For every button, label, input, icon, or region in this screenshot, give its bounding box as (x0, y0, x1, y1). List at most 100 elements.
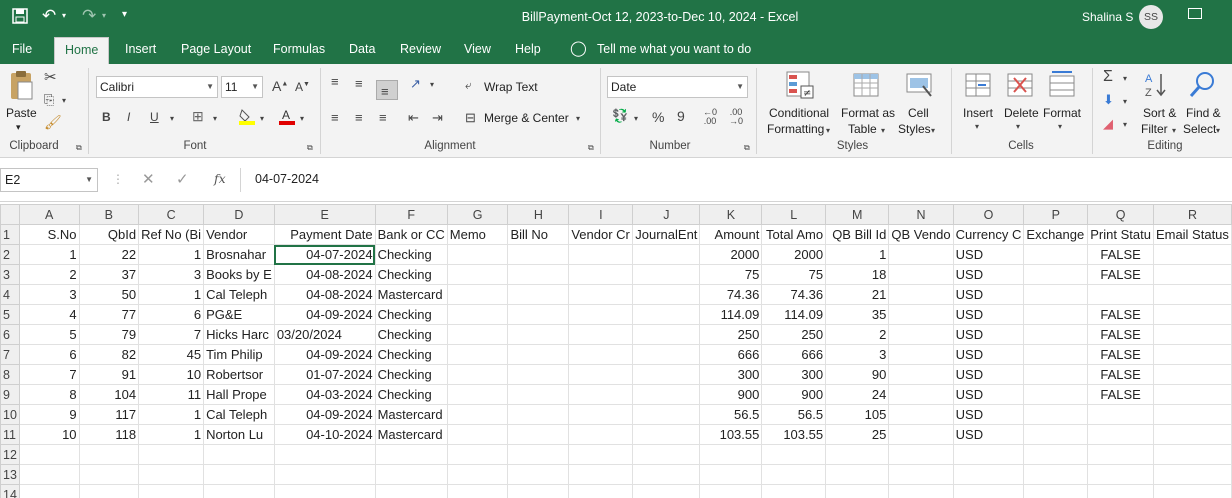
cell[interactable] (1152, 424, 1232, 445)
column-header[interactable]: B (78, 204, 140, 225)
cell[interactable]: Checking (374, 364, 448, 385)
cell[interactable]: 6 (138, 304, 205, 325)
row-header[interactable]: 7 (0, 344, 20, 365)
cell[interactable]: 900 (699, 384, 763, 405)
fill-dropdown-icon[interactable]: ▾ (1123, 97, 1127, 106)
cell[interactable] (632, 444, 701, 465)
cell[interactable]: 04-08-2024 (273, 264, 376, 285)
cell-styles-label-1[interactable]: Cell (908, 106, 929, 120)
cell[interactable]: Books by E (203, 264, 275, 285)
cell[interactable] (952, 464, 1025, 485)
cell[interactable]: Amount (699, 224, 763, 245)
cell[interactable] (78, 464, 140, 485)
cell[interactable]: 04-09-2024 (273, 344, 376, 365)
cell[interactable] (507, 264, 570, 285)
cell[interactable]: PG&E (203, 304, 275, 325)
cell[interactable] (888, 384, 954, 405)
cell[interactable] (203, 444, 275, 465)
cell[interactable] (888, 324, 954, 345)
cell[interactable] (888, 244, 954, 265)
paste-icon[interactable] (8, 70, 34, 102)
cell[interactable] (1023, 484, 1089, 498)
cell[interactable] (568, 324, 634, 345)
middle-align-icon[interactable]: ≡ (355, 76, 363, 91)
conditional-formatting-label-2[interactable]: Formatting (767, 122, 824, 136)
cell[interactable]: 666 (699, 344, 763, 365)
cell[interactable]: USD (952, 404, 1025, 425)
row-header[interactable]: 9 (0, 384, 20, 405)
cell[interactable] (138, 444, 205, 465)
cell[interactable] (568, 344, 634, 365)
format-as-table-dropdown-icon[interactable]: ▾ (881, 126, 885, 135)
column-header[interactable]: K (699, 204, 763, 225)
cell[interactable]: Tim Philip (203, 344, 275, 365)
copy-icon[interactable]: ⎘ (44, 92, 54, 108)
cell[interactable] (446, 464, 509, 485)
cell[interactable] (446, 284, 509, 305)
column-header[interactable]: P (1023, 204, 1089, 225)
paste-button[interactable]: Paste (6, 106, 37, 120)
column-header[interactable]: E (273, 204, 376, 225)
cell[interactable]: 04-03-2024 (273, 384, 376, 405)
cell[interactable]: 114.09 (699, 304, 763, 325)
cell[interactable]: Checking (374, 384, 448, 405)
cell[interactable] (374, 484, 448, 498)
fill-icon[interactable]: ⬇ (1103, 92, 1114, 108)
cell[interactable]: Hicks Harc (203, 324, 275, 345)
cell[interactable]: 250 (761, 324, 827, 345)
column-header[interactable]: O (952, 204, 1025, 225)
cell[interactable]: Bill No (507, 224, 570, 245)
cell[interactable] (138, 464, 205, 485)
cell[interactable]: 37 (78, 264, 140, 285)
cell[interactable] (632, 344, 701, 365)
cell[interactable]: QB Bill Id (825, 224, 890, 245)
cell[interactable]: 300 (761, 364, 827, 385)
cell[interactable] (446, 304, 509, 325)
cell[interactable]: 79 (78, 324, 140, 345)
cell[interactable]: 04-09-2024 (273, 304, 376, 325)
formula-input[interactable]: 04-07-2024 (240, 168, 1232, 192)
font-name-select[interactable]: Calibri ▼ (96, 76, 218, 98)
cell[interactable] (507, 424, 570, 445)
cell[interactable]: 1 (138, 424, 205, 445)
cell[interactable]: 82 (78, 344, 140, 365)
cell[interactable] (446, 484, 509, 498)
cell[interactable] (1152, 384, 1232, 405)
cell[interactable]: USD (952, 244, 1025, 265)
cell[interactable] (273, 444, 376, 465)
cell[interactable] (507, 404, 570, 425)
number-launcher-icon[interactable]: ⧉ (744, 143, 750, 153)
cell[interactable]: 900 (761, 384, 827, 405)
cell[interactable] (446, 424, 509, 445)
align-center-icon[interactable]: ≡ (355, 110, 363, 125)
cell[interactable]: 77 (78, 304, 140, 325)
cell[interactable]: 04-10-2024 (273, 424, 376, 445)
column-header[interactable]: Q (1087, 204, 1154, 225)
conditional-formatting-label-1[interactable]: Conditional (769, 106, 829, 120)
align-left-icon[interactable]: ≡ (331, 110, 339, 125)
font-size-select[interactable]: 11 ▼ (221, 76, 263, 98)
column-header[interactable]: A (18, 204, 80, 225)
cell[interactable]: Robertsor (203, 364, 275, 385)
cell[interactable] (568, 284, 634, 305)
cell[interactable] (632, 484, 701, 498)
cell[interactable]: 74.36 (761, 284, 827, 305)
autosum-dropdown-icon[interactable]: ▾ (1123, 74, 1127, 83)
column-header[interactable]: C (138, 204, 205, 225)
cell[interactable]: USD (952, 324, 1025, 345)
fill-color-dropdown-icon[interactable]: ▾ (260, 114, 264, 123)
cell[interactable] (825, 444, 890, 465)
cell[interactable] (761, 464, 827, 485)
cell[interactable] (632, 364, 701, 385)
undo-icon[interactable]: ↶ (42, 6, 56, 26)
percent-style-button[interactable]: % (652, 109, 664, 125)
cell[interactable] (273, 464, 376, 485)
cell[interactable]: FALSE (1087, 384, 1154, 405)
cell[interactable] (632, 324, 701, 345)
wrap-text-button[interactable]: Wrap Text (484, 80, 538, 94)
cell-styles-label-2[interactable]: Styles (898, 122, 931, 136)
cell[interactable] (507, 304, 570, 325)
cell[interactable]: 6 (18, 344, 80, 365)
redo-dropdown-icon[interactable]: ▾ (102, 11, 106, 20)
cell[interactable] (18, 444, 80, 465)
